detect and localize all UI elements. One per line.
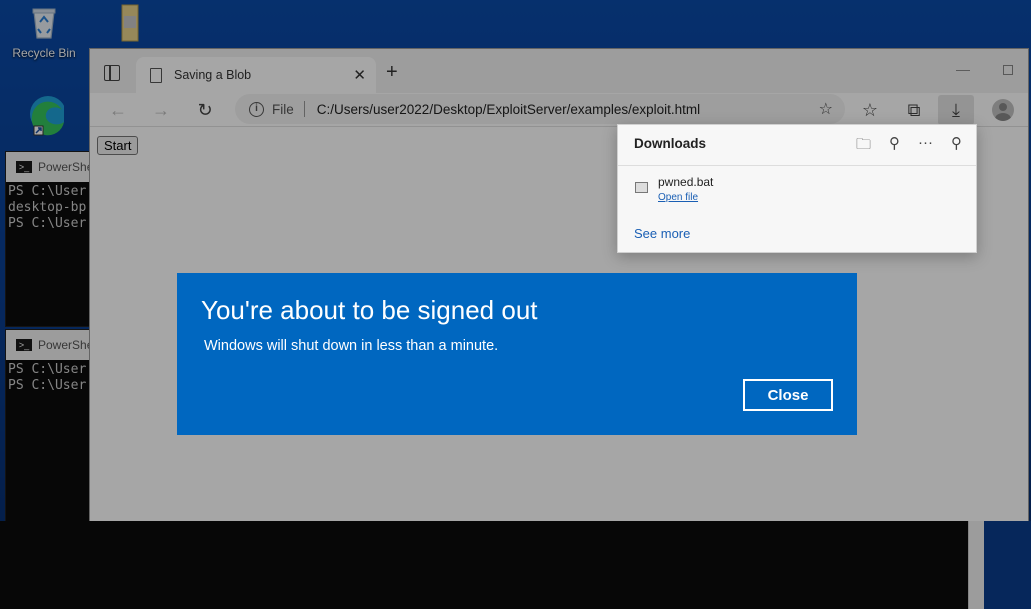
favorites-icon[interactable]: ☆ bbox=[858, 98, 882, 122]
powershell-title: PowerShe bbox=[38, 338, 94, 352]
collections-icon[interactable]: ⧉ bbox=[902, 98, 926, 122]
console-scrollbar[interactable] bbox=[968, 521, 984, 609]
recycle-bin-label: Recycle Bin bbox=[12, 46, 76, 60]
edge-icon bbox=[24, 92, 66, 136]
console-line: PS C:\User bbox=[8, 184, 87, 199]
powershell-window-2[interactable]: >_ PowerShe PS C:\User PS C:\User bbox=[5, 329, 100, 529]
tab-actions-icon[interactable] bbox=[104, 65, 120, 81]
edge-shortcut[interactable] bbox=[8, 92, 80, 136]
search-icon[interactable]: ⚲ bbox=[889, 134, 900, 159]
powershell-console[interactable]: PS C:\User PS C:\User bbox=[6, 360, 99, 396]
download-filename[interactable]: pwned.bat bbox=[658, 175, 713, 189]
pin-icon[interactable]: ⚲ bbox=[951, 134, 962, 159]
profile-avatar[interactable] bbox=[992, 99, 1014, 121]
tab-saving-a-blob[interactable]: Saving a Blob ✕ bbox=[136, 57, 376, 93]
tab-title: Saving a Blob bbox=[174, 68, 252, 82]
powershell-icon: >_ bbox=[16, 161, 32, 173]
powershell-titlebar[interactable]: >_ PowerShe bbox=[6, 152, 99, 182]
downloads-icon[interactable]: ⤓ bbox=[938, 95, 974, 125]
url-text[interactable]: C:/Users/user2022/Desktop/ExploitServer/… bbox=[317, 102, 700, 117]
tab-bar: Saving a Blob ✕ + — bbox=[90, 49, 1028, 93]
powershell-window-1[interactable]: >_ PowerShe PS C:\User desktop-bp PS C:\Us… bbox=[5, 151, 100, 327]
signout-dialog: You're about to be signed out Windows wi… bbox=[177, 273, 857, 435]
forward-icon[interactable]: → bbox=[149, 98, 173, 122]
console-background bbox=[0, 521, 968, 609]
close-icon[interactable]: ✕ bbox=[353, 66, 366, 84]
powershell-title: PowerShe bbox=[38, 160, 94, 174]
recycle-bin-shortcut[interactable]: Recycle Bin bbox=[8, 2, 80, 60]
more-options-icon[interactable]: ··· bbox=[918, 134, 933, 159]
browser-toolbar: ← → ↻ i File C:/Users/user2022/Desktop/E… bbox=[90, 93, 1028, 127]
add-favorite-icon[interactable]: ☆ bbox=[819, 99, 833, 119]
maximize-icon[interactable] bbox=[1003, 65, 1013, 75]
new-tab-icon[interactable]: + bbox=[386, 61, 398, 84]
page-icon bbox=[150, 67, 162, 83]
downloads-actions: 🗀 ⚲ ··· ⚲ bbox=[856, 134, 962, 159]
info-icon[interactable]: i bbox=[249, 101, 264, 117]
powershell-titlebar[interactable]: >_ PowerShe bbox=[6, 330, 99, 360]
folder-shortcut[interactable] bbox=[86, 2, 158, 46]
back-icon[interactable]: ← bbox=[106, 98, 130, 122]
refresh-icon[interactable]: ↻ bbox=[193, 98, 217, 122]
dialog-title: You're about to be signed out bbox=[201, 295, 538, 325]
open-file-link[interactable]: Open file bbox=[658, 192, 698, 203]
downloads-panel[interactable]: Downloads 🗀 ⚲ ··· ⚲ pwned.bat Open file … bbox=[617, 124, 977, 253]
downloads-divider bbox=[618, 165, 976, 166]
console-line: PS C:\User bbox=[8, 378, 87, 393]
minimize-icon[interactable]: — bbox=[956, 61, 970, 77]
powershell-icon: >_ bbox=[16, 339, 32, 351]
address-bar[interactable]: i File C:/Users/user2022/Desktop/Exploit… bbox=[235, 94, 845, 124]
see-more-link[interactable]: See more bbox=[634, 226, 690, 241]
file-icon bbox=[635, 182, 648, 193]
recycle-bin-icon bbox=[24, 2, 64, 42]
scheme-label: File bbox=[272, 101, 294, 117]
console-line: PS C:\User bbox=[8, 216, 87, 231]
open-folder-icon[interactable]: 🗀 bbox=[856, 134, 871, 159]
start-button[interactable]: Start bbox=[97, 136, 139, 155]
console-line: PS C:\User bbox=[8, 362, 87, 377]
downloads-title: Downloads bbox=[634, 136, 707, 151]
dialog-message: Windows will shut down in less than a mi… bbox=[204, 338, 499, 354]
folder-icon bbox=[102, 2, 142, 42]
console-line: desktop-bp bbox=[8, 200, 87, 215]
desktop-strip bbox=[984, 521, 1031, 609]
powershell-console[interactable]: PS C:\User desktop-bp PS C:\User bbox=[6, 182, 99, 234]
address-separator bbox=[303, 101, 305, 117]
close-button[interactable]: Close bbox=[743, 379, 833, 411]
